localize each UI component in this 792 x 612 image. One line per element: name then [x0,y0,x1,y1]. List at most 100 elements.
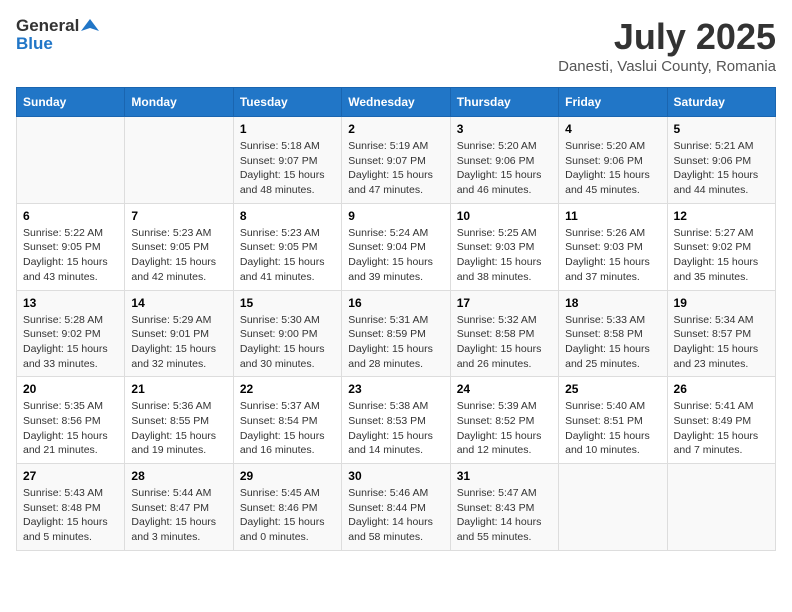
day-info: Sunrise: 5:37 AM Sunset: 8:54 PM Dayligh… [240,399,335,458]
calendar-cell: 21 Sunrise: 5:36 AM Sunset: 8:55 PM Dayli… [125,377,233,464]
day-number: 3 [457,122,552,136]
day-info: Sunrise: 5:34 AM Sunset: 8:57 PM Dayligh… [674,313,769,372]
calendar-cell: 15 Sunrise: 5:30 AM Sunset: 9:00 PM Dayli… [233,290,341,377]
calendar-cell: 10 Sunrise: 5:25 AM Sunset: 9:03 PM Dayli… [450,203,558,290]
calendar-cell: 17 Sunrise: 5:32 AM Sunset: 8:58 PM Dayli… [450,290,558,377]
day-info: Sunrise: 5:41 AM Sunset: 8:49 PM Dayligh… [674,399,769,458]
day-info: Sunrise: 5:29 AM Sunset: 9:01 PM Dayligh… [131,313,226,372]
day-info: Sunrise: 5:18 AM Sunset: 9:07 PM Dayligh… [240,139,335,198]
day-number: 9 [348,209,443,223]
day-info: Sunrise: 5:22 AM Sunset: 9:05 PM Dayligh… [23,226,118,285]
day-info: Sunrise: 5:20 AM Sunset: 9:06 PM Dayligh… [565,139,660,198]
calendar-header: SundayMondayTuesdayWednesdayThursdayFrid… [17,88,776,117]
day-number: 24 [457,382,552,396]
day-number: 10 [457,209,552,223]
day-info: Sunrise: 5:47 AM Sunset: 8:43 PM Dayligh… [457,486,552,545]
calendar-cell: 29Sunrise: 5:45 AM Sunset: 8:46 PM Dayli… [233,464,341,551]
location-subtitle: Danesti, Vaslui County, Romania [558,58,776,75]
calendar-cell: 28Sunrise: 5:44 AM Sunset: 8:47 PM Dayli… [125,464,233,551]
day-number: 17 [457,296,552,310]
day-info: Sunrise: 5:32 AM Sunset: 8:58 PM Dayligh… [457,313,552,372]
calendar-cell: 25 Sunrise: 5:40 AM Sunset: 8:51 PM Dayli… [559,377,667,464]
calendar-cell [667,464,775,551]
day-number: 16 [348,296,443,310]
day-info: Sunrise: 5:23 AM Sunset: 9:05 PM Dayligh… [240,226,335,285]
calendar-cell: 4 Sunrise: 5:20 AM Sunset: 9:06 PM Daylig… [559,117,667,204]
day-info: Sunrise: 5:35 AM Sunset: 8:56 PM Dayligh… [23,399,118,458]
day-header-saturday: Saturday [667,88,775,117]
day-number: 11 [565,209,660,223]
calendar-cell: 22 Sunrise: 5:37 AM Sunset: 8:54 PM Dayli… [233,377,341,464]
day-number: 31 [457,469,552,483]
calendar-cell: 27 Sunrise: 5:43 AM Sunset: 8:48 PM Dayli… [17,464,125,551]
day-number: 5 [674,122,769,136]
calendar-cell: 30 Sunrise: 5:46 AM Sunset: 8:44 PM Dayli… [342,464,450,551]
day-info: Sunrise: 5:25 AM Sunset: 9:03 PM Dayligh… [457,226,552,285]
day-number: 8 [240,209,335,223]
calendar-cell: 3 Sunrise: 5:20 AM Sunset: 9:06 PM Daylig… [450,117,558,204]
day-number: 18 [565,296,660,310]
calendar-cell: 5Sunrise: 5:21 AM Sunset: 9:06 PM Daylig… [667,117,775,204]
day-info: Sunrise: 5:20 AM Sunset: 9:06 PM Dayligh… [457,139,552,198]
day-info: Sunrise: 5:46 AM Sunset: 8:44 PM Dayligh… [348,486,443,545]
day-number: 22 [240,382,335,396]
day-info: Sunrise: 5:26 AM Sunset: 9:03 PM Dayligh… [565,226,660,285]
day-info: Sunrise: 5:38 AM Sunset: 8:53 PM Dayligh… [348,399,443,458]
day-info: Sunrise: 5:43 AM Sunset: 8:48 PM Dayligh… [23,486,118,545]
day-info: Sunrise: 5:23 AM Sunset: 9:05 PM Dayligh… [131,226,226,285]
day-number: 4 [565,122,660,136]
day-info: Sunrise: 5:30 AM Sunset: 9:00 PM Dayligh… [240,313,335,372]
calendar-week-row: 6 Sunrise: 5:22 AM Sunset: 9:05 PM Daylig… [17,203,776,290]
calendar-cell: 20Sunrise: 5:35 AM Sunset: 8:56 PM Dayli… [17,377,125,464]
day-number: 7 [131,209,226,223]
calendar-week-row: 1 Sunrise: 5:18 AM Sunset: 9:07 PM Daylig… [17,117,776,204]
calendar-cell: 18 Sunrise: 5:33 AM Sunset: 8:58 PM Dayli… [559,290,667,377]
calendar-cell: 9Sunrise: 5:24 AM Sunset: 9:04 PM Daylig… [342,203,450,290]
day-info: Sunrise: 5:44 AM Sunset: 8:47 PM Dayligh… [131,486,226,545]
calendar-cell: 11 Sunrise: 5:26 AM Sunset: 9:03 PM Dayli… [559,203,667,290]
day-number: 1 [240,122,335,136]
month-title: July 2025 [558,16,776,58]
calendar-cell: 8 Sunrise: 5:23 AM Sunset: 9:05 PM Daylig… [233,203,341,290]
day-number: 27 [23,469,118,483]
day-info: Sunrise: 5:31 AM Sunset: 8:59 PM Dayligh… [348,313,443,372]
calendar-table: SundayMondayTuesdayWednesdayThursdayFrid… [16,87,776,551]
calendar-cell: 16 Sunrise: 5:31 AM Sunset: 8:59 PM Dayli… [342,290,450,377]
calendar-cell: 6 Sunrise: 5:22 AM Sunset: 9:05 PM Daylig… [17,203,125,290]
day-info: Sunrise: 5:36 AM Sunset: 8:55 PM Dayligh… [131,399,226,458]
day-number: 12 [674,209,769,223]
calendar-cell [125,117,233,204]
day-number: 6 [23,209,118,223]
calendar-cell: 26Sunrise: 5:41 AM Sunset: 8:49 PM Dayli… [667,377,775,464]
logo: General Blue [16,16,99,54]
calendar-cell: 19 Sunrise: 5:34 AM Sunset: 8:57 PM Dayli… [667,290,775,377]
calendar-cell: 31 Sunrise: 5:47 AM Sunset: 8:43 PM Dayli… [450,464,558,551]
day-number: 25 [565,382,660,396]
day-header-tuesday: Tuesday [233,88,341,117]
logo-general: General [16,16,79,36]
day-info: Sunrise: 5:40 AM Sunset: 8:51 PM Dayligh… [565,399,660,458]
calendar-cell [559,464,667,551]
calendar-body: 1 Sunrise: 5:18 AM Sunset: 9:07 PM Daylig… [17,117,776,551]
calendar-cell: 14 Sunrise: 5:29 AM Sunset: 9:01 PM Dayli… [125,290,233,377]
header: General Blue July 2025 Danesti, Vaslui C… [16,16,776,75]
day-number: 14 [131,296,226,310]
day-number: 23 [348,382,443,396]
day-number: 19 [674,296,769,310]
calendar-week-row: 20Sunrise: 5:35 AM Sunset: 8:56 PM Dayli… [17,377,776,464]
day-info: Sunrise: 5:39 AM Sunset: 8:52 PM Dayligh… [457,399,552,458]
calendar-cell: 24 Sunrise: 5:39 AM Sunset: 8:52 PM Dayli… [450,377,558,464]
calendar-cell: 23 Sunrise: 5:38 AM Sunset: 8:53 PM Dayli… [342,377,450,464]
day-info: Sunrise: 5:33 AM Sunset: 8:58 PM Dayligh… [565,313,660,372]
day-info: Sunrise: 5:27 AM Sunset: 9:02 PM Dayligh… [674,226,769,285]
day-number: 30 [348,469,443,483]
calendar-week-row: 27 Sunrise: 5:43 AM Sunset: 8:48 PM Dayli… [17,464,776,551]
day-info: Sunrise: 5:45 AM Sunset: 8:46 PM Dayligh… [240,486,335,545]
day-number: 15 [240,296,335,310]
day-header-thursday: Thursday [450,88,558,117]
title-area: July 2025 Danesti, Vaslui County, Romani… [558,16,776,75]
calendar-week-row: 13Sunrise: 5:28 AM Sunset: 9:02 PM Dayli… [17,290,776,377]
day-number: 21 [131,382,226,396]
calendar-cell: 1 Sunrise: 5:18 AM Sunset: 9:07 PM Daylig… [233,117,341,204]
calendar-cell: 2Sunrise: 5:19 AM Sunset: 9:07 PM Daylig… [342,117,450,204]
